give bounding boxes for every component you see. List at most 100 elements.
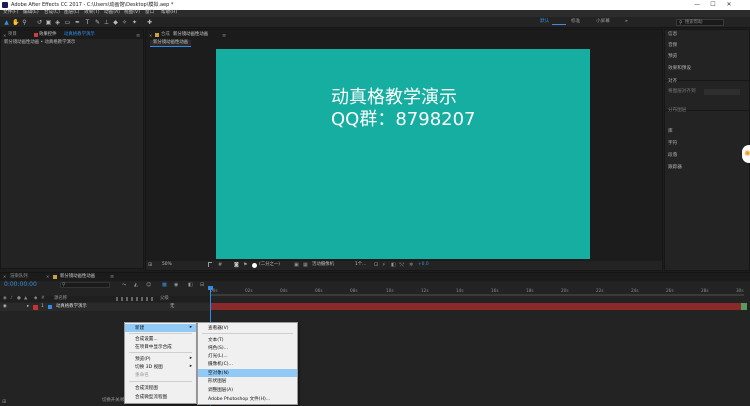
safe-frame-icon[interactable] (208, 262, 212, 267)
frame-blending-icon[interactable]: ▩ (162, 282, 167, 288)
tab-effect-controls[interactable]: 效果控件 (39, 32, 57, 37)
toggle-pixel-icon[interactable]: ⊡ (374, 262, 378, 268)
help-search-input[interactable]: ⚲ 搜索帮助 (676, 19, 724, 26)
workspace-standard[interactable]: 标准 (571, 19, 580, 25)
sub-shape-layer[interactable]: 形状图层 (198, 377, 297, 385)
rotate-tool-icon[interactable]: ↺ (36, 19, 43, 26)
panel-align[interactable]: 对齐 (668, 79, 677, 85)
camera-tool-icon[interactable]: ▣ (45, 19, 52, 26)
rectangle-tool-icon[interactable]: ▭ (64, 19, 71, 26)
close-icon[interactable]: ✕ (149, 33, 152, 38)
menu-composition[interactable]: 合成(C) (44, 10, 60, 16)
views-dropdown[interactable]: 1个... (355, 262, 366, 267)
current-timecode[interactable]: 0:00:00:00 (4, 282, 37, 288)
parent-dropdown[interactable]: 无 (170, 304, 174, 309)
menu-edit[interactable]: 编辑(E) (23, 10, 39, 16)
ctx-composition-settings[interactable]: 合成设置... (125, 335, 196, 343)
exposure-value[interactable]: +0.0 (418, 262, 429, 267)
align-to-dropdown[interactable] (704, 89, 740, 95)
snapshot-camera-icon[interactable]: ◙ (234, 262, 239, 268)
panel-libraries[interactable]: 库 (668, 129, 673, 135)
sub-solid[interactable]: 纯色(S)... (198, 344, 297, 352)
solo-toggle-icon[interactable]: ● (17, 296, 21, 301)
layer-search-input[interactable]: ⚲ (60, 282, 110, 288)
layer-label-color[interactable] (33, 305, 38, 310)
close-icon[interactable]: ✕ (46, 274, 49, 279)
brush-tool-icon[interactable]: ✎ (94, 19, 101, 26)
ctx-preview[interactable]: 预览(P) ▸ (125, 355, 196, 363)
tab-composition[interactable]: 新分镜动画性动画 (173, 32, 208, 37)
resolution-dropdown[interactable]: (二分之一) (259, 262, 280, 267)
show-snapshot-icon[interactable]: ⚑ (243, 262, 247, 268)
sub-viewer[interactable]: 查看器(V) (198, 324, 297, 332)
tab-render-queue[interactable]: 渲染队列 (10, 274, 28, 279)
tab-project[interactable]: 项目 (8, 32, 17, 37)
pan-behind-tool-icon[interactable]: ◈ (54, 19, 61, 26)
type-tool-icon[interactable]: T (84, 19, 91, 26)
magnification-icon[interactable]: ⊞ (148, 262, 152, 268)
menu-layer[interactable]: 图层(L) (64, 10, 79, 16)
menu-animation[interactable]: 动画(A) (104, 10, 120, 16)
panel-menu-icon[interactable]: ≡ (136, 33, 140, 39)
graph-editor-icon[interactable]: ◧ (188, 282, 193, 288)
transparency-grid-icon[interactable]: ▦ (303, 262, 308, 268)
panel-paragraph[interactable]: 段落 (668, 153, 677, 159)
panel-menu-icon[interactable]: ≡ (110, 274, 114, 280)
sub-light[interactable]: 灯光(L)... (198, 352, 297, 360)
tab-effect-target[interactable]: 动真格教学演示 (64, 32, 95, 37)
graph-editor-icon[interactable]: ⊟ (200, 282, 204, 288)
menu-window[interactable]: 窗口 (145, 10, 154, 16)
menu-file[interactable]: 文件(F) (3, 10, 18, 16)
ctx-switch-3d-view[interactable]: 切换 3D 视图 ▸ (125, 363, 196, 371)
layer-duration-bar[interactable] (211, 303, 741, 310)
work-area-bar[interactable] (210, 294, 744, 296)
draft-3d-icon[interactable]: ◭ (134, 282, 138, 288)
sub-null-object[interactable]: 空对象(N) (198, 369, 297, 377)
floating-sun-icon[interactable]: ✺ (742, 145, 750, 163)
panel-audio[interactable]: 音频 (668, 43, 677, 49)
ctx-mini-flowchart[interactable]: 合成微型流程图 (125, 393, 196, 401)
panel-effects-presets[interactable]: 效果和预设 (668, 66, 691, 72)
puppet-tool-icon[interactable]: ✦ (131, 19, 138, 26)
eye-icon[interactable]: ◉ (3, 304, 7, 309)
ctx-rename[interactable]: 重命名 (125, 371, 196, 379)
layer-out-point-handle[interactable] (741, 303, 747, 310)
sub-text[interactable]: 文本(T) (198, 336, 297, 344)
video-toggle-icon[interactable]: ◉ (3, 296, 7, 301)
sub-photoshop-file[interactable]: Adobe Photoshop 文件(H)... (198, 395, 297, 403)
panel-tracker[interactable]: 跟踪器 (668, 165, 682, 171)
grid-icon[interactable]: # (218, 262, 222, 268)
zoom-dropdown[interactable]: 50% (162, 262, 172, 267)
switches-header-icons[interactable] (116, 297, 156, 301)
hand-tool-icon[interactable]: ✋ (12, 19, 19, 26)
eraser-tool-icon[interactable]: ◆ (112, 19, 119, 26)
region-of-interest-icon[interactable]: ▣ (294, 262, 299, 268)
pen-tool-icon[interactable]: ✒ (74, 19, 81, 26)
layer-switches-icon[interactable]: ⊞ (2, 399, 6, 405)
minimize-button[interactable]: — (690, 1, 704, 9)
layer-name[interactable]: 动真格教学演示 (56, 304, 87, 309)
ctx-composition-flowchart[interactable]: 合成流程图 (125, 384, 196, 392)
color-channel-icon[interactable] (252, 262, 257, 268)
maximize-button[interactable]: ☐ (706, 1, 720, 9)
ctx-new[interactable]: 新建 ▸ (125, 324, 196, 332)
camera-dropdown[interactable]: 活动摄像机 (312, 262, 334, 267)
workspace-default[interactable]: 默认 (540, 19, 549, 25)
fast-preview-icon[interactable]: ⚡ (382, 262, 386, 268)
reset-exposure-icon[interactable]: ✲ (409, 262, 413, 268)
timeline-icon[interactable]: ◧ (391, 262, 396, 268)
zoom-tool-icon[interactable]: ⚲ (21, 19, 28, 26)
close-icon[interactable]: ✕ (3, 33, 7, 38)
workspace-more-button[interactable]: » (625, 19, 628, 25)
flowchart-icon[interactable]: ⤲ (400, 262, 404, 268)
pin-tool-icon[interactable]: ✚ (146, 19, 153, 26)
close-icon[interactable]: ✕ (3, 274, 6, 279)
tab-timeline-comp[interactable]: 新分镜动画性动画 (60, 274, 95, 279)
parent-header[interactable]: 父级 (160, 296, 169, 301)
lock-toggle-icon[interactable]: ▲ (24, 296, 27, 301)
sub-camera[interactable]: 摄像机(C)... (198, 360, 297, 368)
audio-toggle-icon[interactable]: ♪ (10, 296, 13, 301)
workspace-small-screen[interactable]: 小屏幕 (596, 19, 610, 25)
panel-preview[interactable]: 预览 (668, 54, 677, 60)
label-column-icon[interactable]: ◆ (34, 296, 37, 301)
